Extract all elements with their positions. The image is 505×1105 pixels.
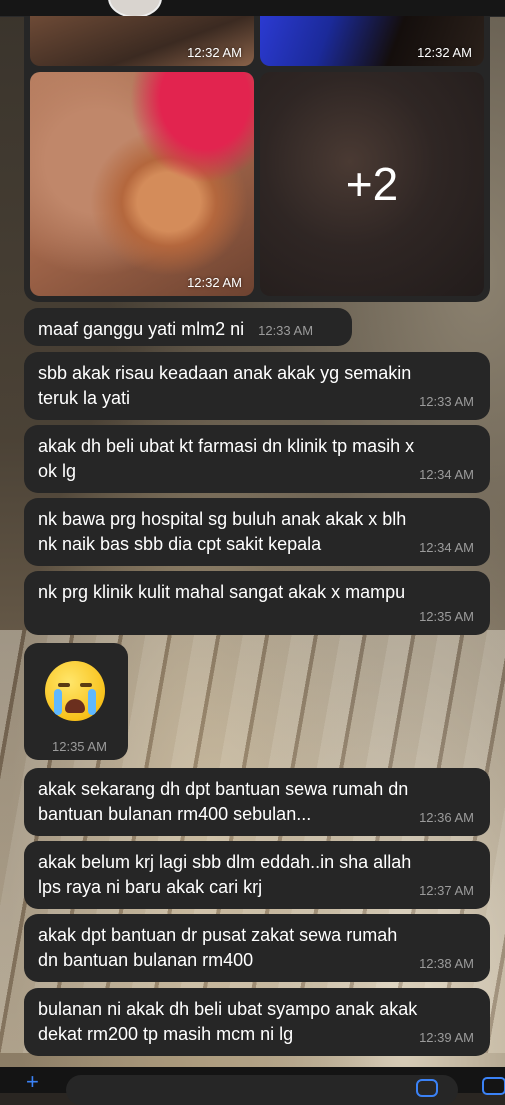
sticker-icon[interactable]	[416, 1079, 438, 1097]
message-time: 12:35 AM	[419, 609, 474, 624]
message-time: 12:32 AM	[187, 275, 242, 290]
message-time: 12:32 AM	[417, 45, 472, 60]
message-text: akak dpt bantuan dr pusat zakat sewa rum…	[38, 925, 398, 970]
message-bubble[interactable]: akak dpt bantuan dr pusat zakat sewa rum…	[24, 914, 490, 982]
sticker-bubble[interactable]: 12:35 AM	[24, 643, 128, 760]
more-photos-count: +2	[345, 158, 399, 210]
message-time: 12:33 AM	[419, 394, 474, 409]
photo-thumbnail-more[interactable]: +2	[260, 72, 484, 296]
message-bubble[interactable]: akak dh beli ubat kt farmasi dn klinik t…	[24, 425, 490, 493]
message-time: 12:39 AM	[419, 1030, 474, 1045]
chat-header	[0, 0, 505, 18]
message-bubble[interactable]: maaf ganggu yati mlm2 ni 12:33 AM	[24, 308, 352, 346]
message-text: nk bawa prg hospital sg buluh anak akak …	[38, 509, 407, 554]
loudly-crying-face-icon	[45, 661, 105, 721]
message-text: akak sekarang dh dpt bantuan sewa rumah …	[38, 779, 409, 824]
message-time: 12:32 AM	[187, 45, 242, 60]
message-time: 12:34 AM	[419, 540, 474, 555]
message-bubble[interactable]: akak belum krj lagi sbb dlm eddah..in sh…	[24, 841, 490, 909]
plus-icon[interactable]: +	[26, 1071, 46, 1093]
message-bubble[interactable]: nk bawa prg hospital sg buluh anak akak …	[24, 498, 490, 566]
message-time: 12:37 AM	[419, 883, 474, 898]
message-time: 12:35 AM	[52, 739, 107, 754]
composer-bar: +	[0, 1067, 505, 1105]
message-text: nk prg klinik kulit mahal sangat akak x …	[38, 582, 406, 602]
photo-thumbnail[interactable]: 12:32 AM	[260, 16, 484, 66]
message-bubble[interactable]: bulanan ni akak dh beli ubat syampo anak…	[24, 988, 490, 1056]
camera-icon[interactable]	[482, 1077, 505, 1095]
message-bubble[interactable]: nk prg klinik kulit mahal sangat akak x …	[24, 571, 490, 635]
message-bubble[interactable]: sbb akak risau keadaan anak akak yg sema…	[24, 352, 490, 420]
message-time: 12:33 AM	[258, 323, 314, 338]
photo-thumbnail[interactable]: 12:32 AM	[30, 16, 254, 66]
message-text: sbb akak risau keadaan anak akak yg sema…	[38, 363, 412, 408]
photo-thumbnail[interactable]: 12:32 AM	[30, 72, 254, 296]
message-time: 12:36 AM	[419, 810, 474, 825]
message-text: akak belum krj lagi sbb dlm eddah..in sh…	[38, 852, 412, 897]
message-time: 12:38 AM	[419, 956, 474, 971]
message-text: akak dh beli ubat kt farmasi dn klinik t…	[38, 436, 415, 481]
message-text: maaf ganggu yati mlm2 ni	[38, 319, 245, 339]
message-input[interactable]	[66, 1075, 458, 1105]
message-text: bulanan ni akak dh beli ubat syampo anak…	[38, 999, 418, 1044]
message-bubble[interactable]: akak sekarang dh dpt bantuan sewa rumah …	[24, 768, 490, 836]
message-time: 12:34 AM	[419, 467, 474, 482]
